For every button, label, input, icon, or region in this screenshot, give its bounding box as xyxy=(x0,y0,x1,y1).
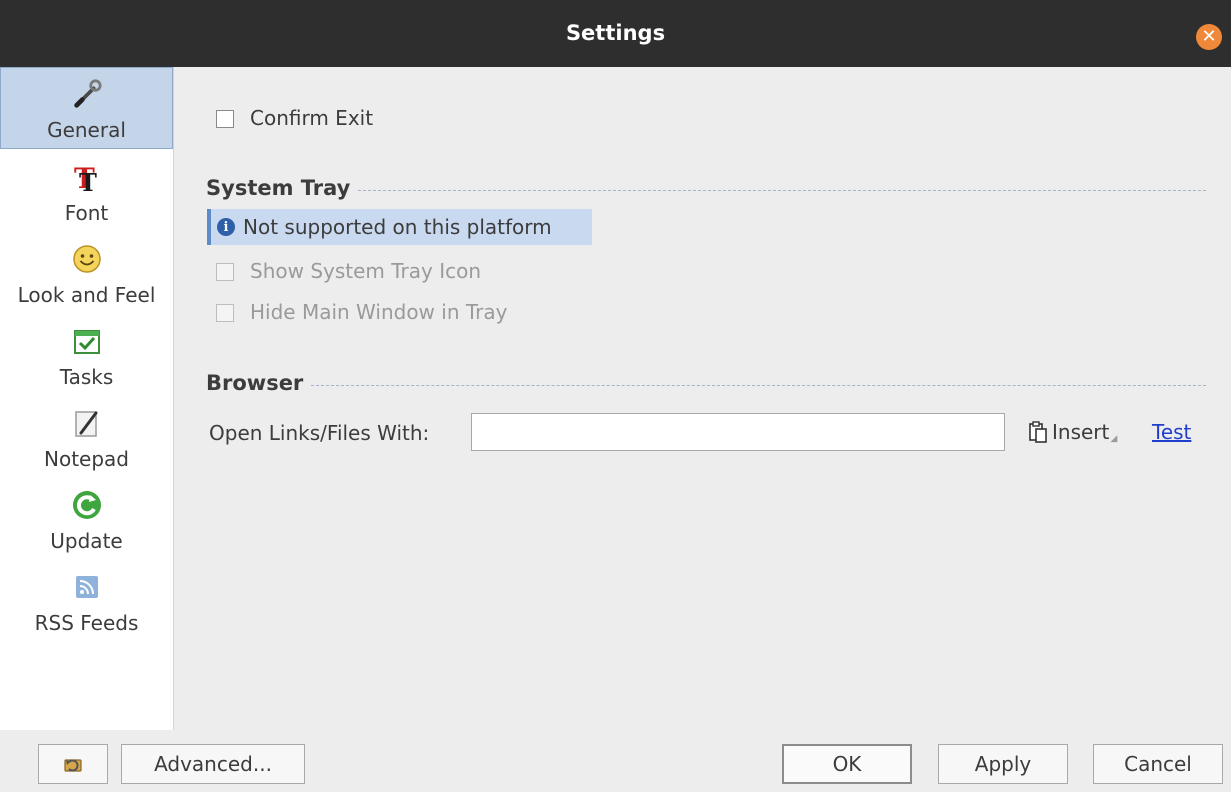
settings-sidebar: General T T Font Look and Feel Tasks Not… xyxy=(0,67,174,730)
show-system-tray-icon-label: Show System Tray Icon xyxy=(250,259,482,283)
sidebar-item-update[interactable]: Update xyxy=(0,477,173,559)
smiley-icon xyxy=(71,243,103,275)
close-icon[interactable]: ✕ xyxy=(1196,24,1222,50)
rss-icon xyxy=(71,571,103,603)
update-refresh-icon xyxy=(71,489,103,521)
sidebar-item-label: Look and Feel xyxy=(17,283,156,307)
ok-button[interactable]: OK xyxy=(782,744,912,784)
system-tray-section-title: System Tray xyxy=(206,174,1206,202)
sidebar-item-look-and-feel[interactable]: Look and Feel xyxy=(0,231,173,313)
system-tray-title: System Tray xyxy=(206,176,351,200)
sidebar-item-tasks[interactable]: Tasks xyxy=(0,313,173,395)
advanced-button[interactable]: Advanced... xyxy=(121,744,305,784)
section-divider xyxy=(358,189,1206,191)
clipboard-icon xyxy=(1028,421,1048,443)
sidebar-item-label: Font xyxy=(64,201,109,225)
sidebar-item-rss-feeds[interactable]: RSS Feeds xyxy=(0,559,173,641)
open-links-label: Open Links/Files With: xyxy=(209,421,430,445)
dropdown-corner-icon: ◢ xyxy=(1110,434,1118,444)
notepad-icon xyxy=(71,407,103,439)
show-system-tray-icon-checkbox[interactable] xyxy=(216,263,234,281)
restore-defaults-button[interactable] xyxy=(38,744,108,784)
sidebar-item-font[interactable]: T T Font xyxy=(0,149,173,231)
apply-button[interactable]: Apply xyxy=(938,744,1068,784)
test-link[interactable]: Test xyxy=(1152,417,1191,447)
sidebar-item-label: Notepad xyxy=(44,447,129,471)
insert-button[interactable]: Insert ◢ xyxy=(1028,417,1117,447)
hide-main-window-label: Hide Main Window in Tray xyxy=(250,300,508,324)
sidebar-item-label: Update xyxy=(50,529,123,553)
sidebar-item-label: Tasks xyxy=(59,365,114,389)
confirm-exit-label: Confirm Exit xyxy=(250,106,374,130)
info-message-text: Not supported on this platform xyxy=(243,215,552,239)
info-icon: i xyxy=(217,218,235,236)
hide-main-window-checkbox[interactable] xyxy=(216,304,234,322)
wrench-icon xyxy=(71,78,103,110)
browser-title: Browser xyxy=(206,371,304,395)
info-message: i Not supported on this platform xyxy=(207,209,592,245)
svg-text:T: T xyxy=(79,168,97,193)
open-links-input[interactable] xyxy=(471,413,1005,451)
sidebar-item-general[interactable]: General xyxy=(0,67,173,149)
title-bar: Settings ✕ xyxy=(0,0,1231,67)
browser-section-title: Browser xyxy=(206,369,1206,397)
tasks-calendar-icon xyxy=(71,325,103,357)
cancel-button[interactable]: Cancel xyxy=(1093,744,1223,784)
insert-label: Insert xyxy=(1052,420,1110,444)
confirm-exit-checkbox[interactable] xyxy=(216,110,234,128)
restore-defaults-icon xyxy=(62,754,84,774)
sidebar-item-label: General xyxy=(47,118,126,142)
window-title: Settings xyxy=(565,21,666,45)
font-icon: T T xyxy=(71,161,103,193)
general-settings-panel: Confirm Exit System Tray i Not supported… xyxy=(173,67,1231,730)
sidebar-item-label: RSS Feeds xyxy=(34,611,139,635)
section-divider xyxy=(311,384,1206,386)
sidebar-item-notepad[interactable]: Notepad xyxy=(0,395,173,477)
